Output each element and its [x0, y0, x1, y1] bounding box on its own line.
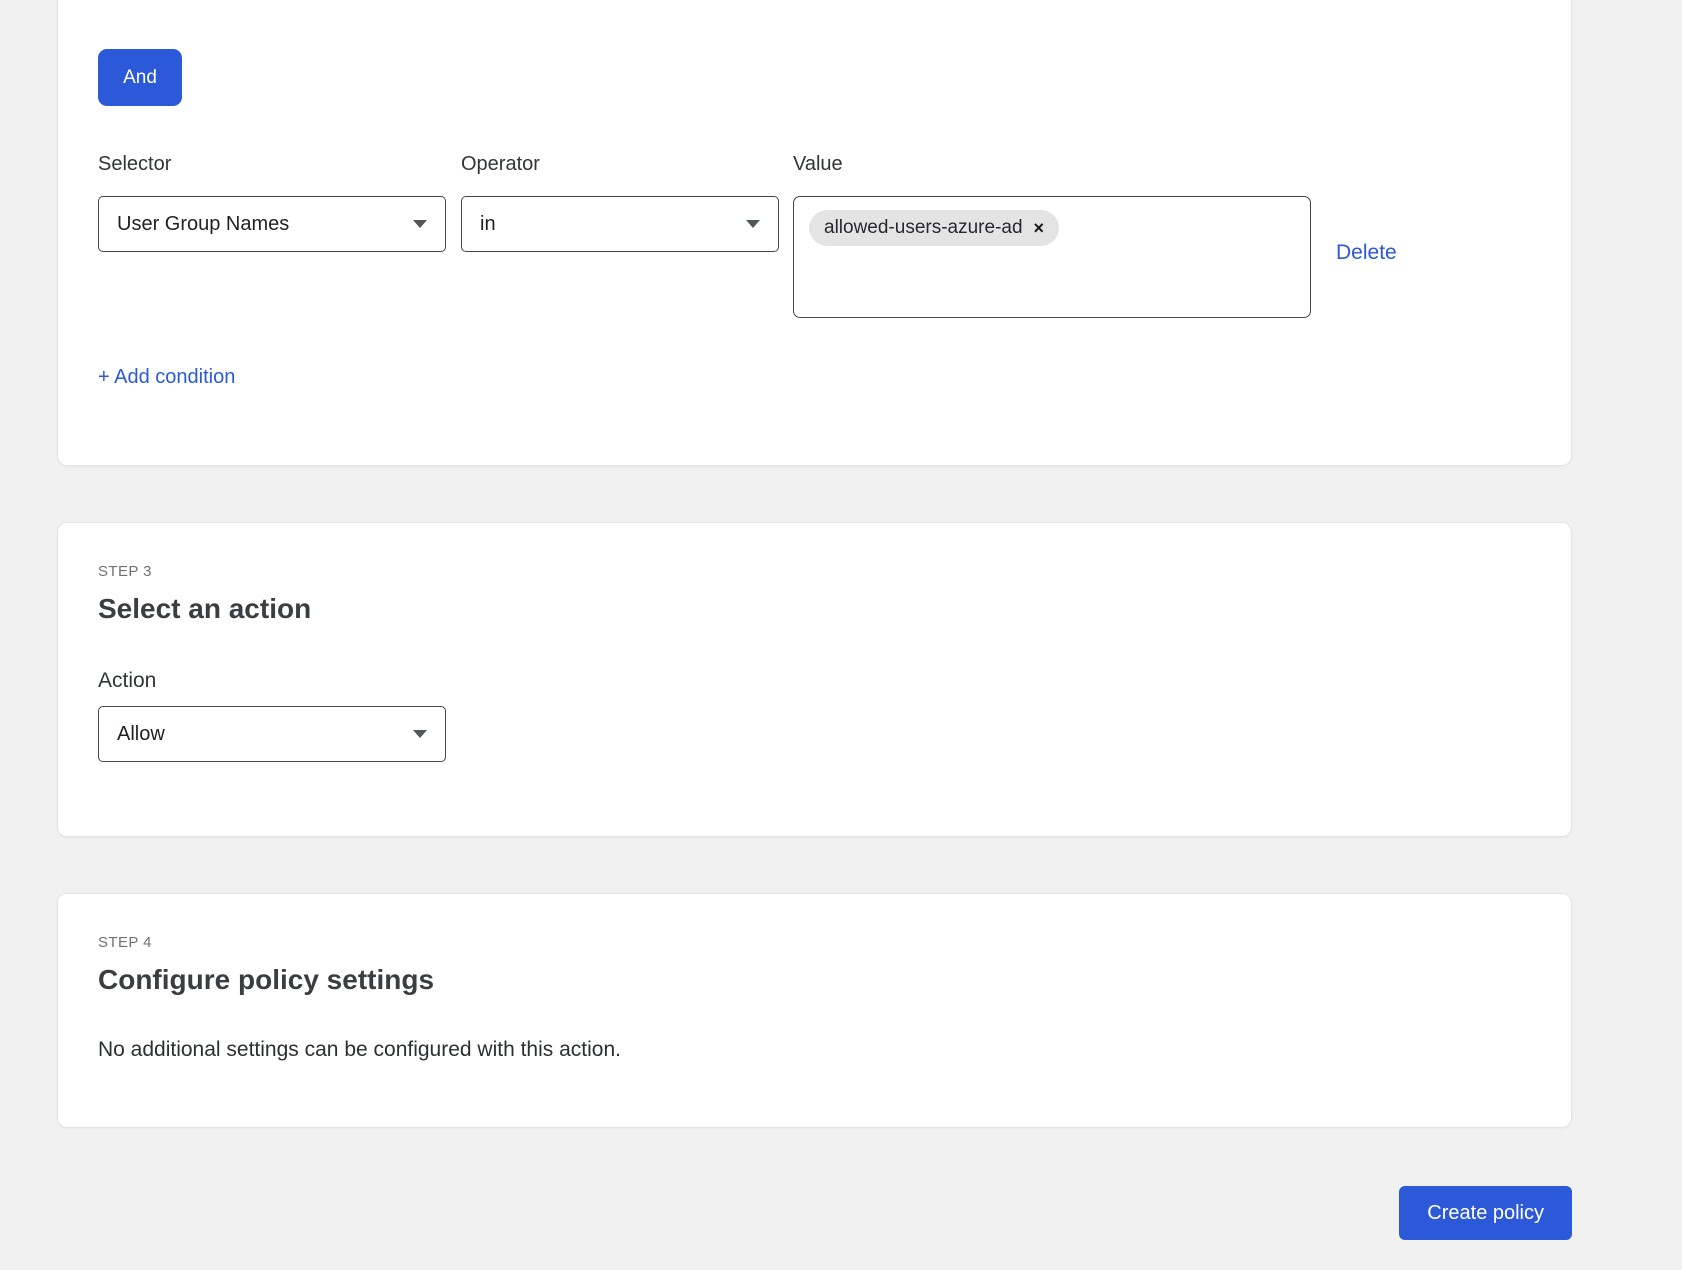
create-policy-button[interactable]: Create policy	[1399, 1186, 1572, 1240]
value-column-label: Value	[793, 153, 1311, 176]
selector-column-label: Selector	[98, 153, 446, 176]
condition-column-labels: Selector Operator Value	[98, 153, 1531, 176]
value-multiselect-input[interactable]: allowed-users-azure-ad ×	[793, 196, 1311, 318]
step3-eyebrow: STEP 3	[98, 563, 1531, 580]
operator-dropdown-value: in	[480, 213, 496, 236]
chevron-down-icon	[413, 220, 427, 228]
action-dropdown-value: Allow	[117, 723, 165, 746]
step4-card: STEP 4 Configure policy settings No addi…	[57, 893, 1572, 1128]
chevron-down-icon	[746, 220, 760, 228]
chevron-down-icon	[413, 730, 427, 738]
operator-column-label: Operator	[461, 153, 779, 176]
and-logic-button[interactable]: And	[98, 49, 182, 106]
step4-note: No additional settings can be configured…	[98, 1038, 1531, 1062]
operator-dropdown[interactable]: in	[461, 196, 779, 252]
value-tag-label: allowed-users-azure-ad	[824, 217, 1023, 239]
step3-card: STEP 3 Select an action Action Allow	[57, 522, 1572, 837]
remove-tag-icon[interactable]: ×	[1034, 219, 1045, 237]
step4-eyebrow: STEP 4	[98, 934, 1531, 951]
action-dropdown[interactable]: Allow	[98, 706, 446, 762]
step3-title: Select an action	[98, 593, 1531, 625]
delete-condition-link[interactable]: Delete	[1336, 241, 1397, 265]
value-tag: allowed-users-azure-ad ×	[809, 210, 1059, 246]
condition-row: User Group Names in allowed-users-azure-…	[98, 196, 1531, 318]
selector-dropdown[interactable]: User Group Names	[98, 196, 446, 252]
add-condition-link[interactable]: + Add condition	[98, 366, 235, 389]
conditions-card: And Selector Operator Value User Group N…	[57, 0, 1572, 466]
step4-title: Configure policy settings	[98, 964, 1531, 996]
action-field-label: Action	[98, 669, 1531, 693]
selector-dropdown-value: User Group Names	[117, 213, 289, 236]
